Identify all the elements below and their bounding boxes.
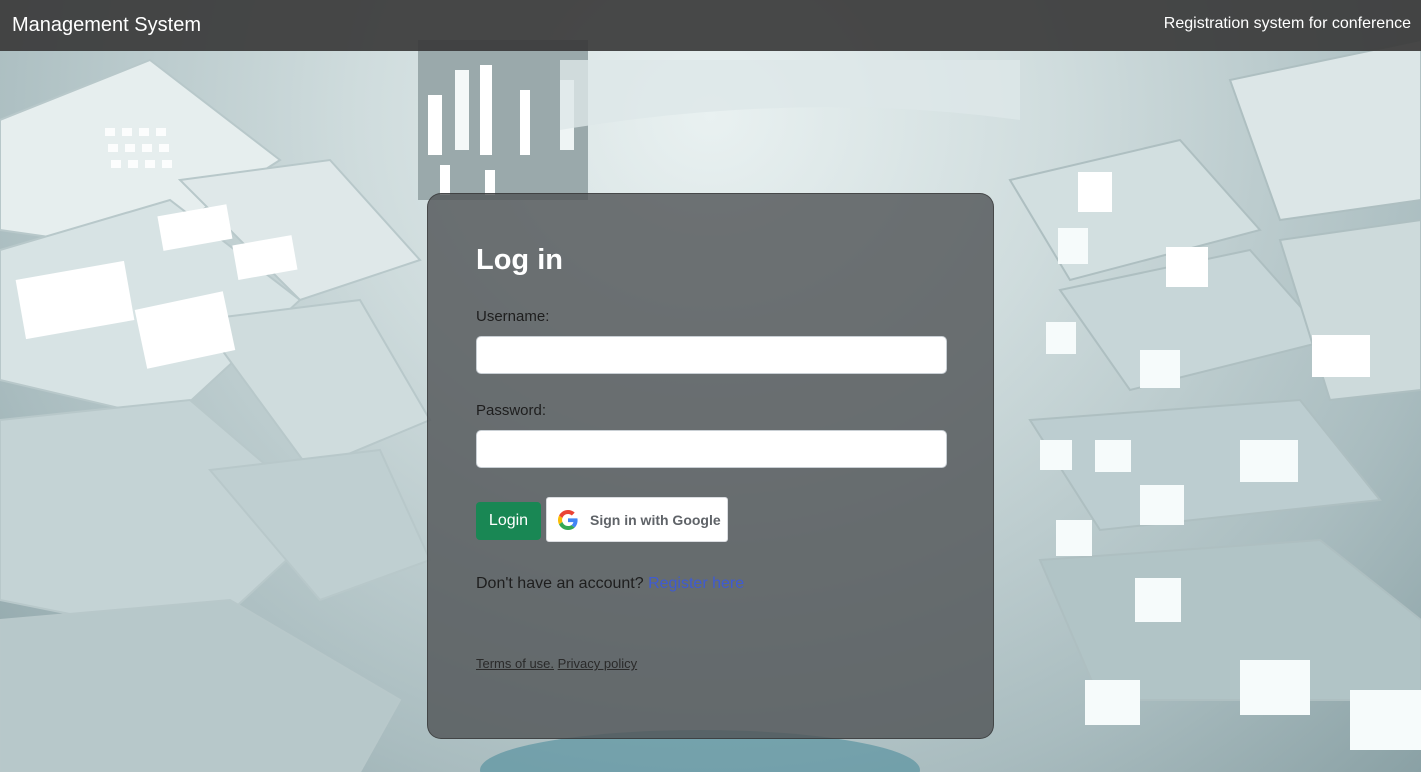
google-icon <box>558 509 578 530</box>
top-navbar: Management System Registration system fo… <box>0 0 1421 51</box>
register-prompt: Don't have an account? Register here <box>476 574 744 594</box>
navbar-subtitle: Registration system for conference <box>1163 15 1411 32</box>
password-input[interactable] <box>476 430 947 468</box>
terms-link[interactable]: Terms of use. <box>476 656 554 671</box>
footer-links: Terms of use. Privacy policy <box>476 656 637 672</box>
login-card: Log in Username: Password: Login Sign in… <box>427 193 994 739</box>
login-title: Log in <box>476 244 563 276</box>
google-sign-in-button[interactable]: Sign in with Google <box>546 497 728 542</box>
brand-link[interactable]: Management System <box>12 12 201 38</box>
register-link[interactable]: Register here <box>648 575 744 592</box>
username-input[interactable] <box>476 336 947 374</box>
login-button[interactable]: Login <box>476 502 541 540</box>
privacy-link[interactable]: Privacy policy <box>558 656 637 671</box>
password-label: Password: <box>476 402 547 419</box>
no-account-text: Don't have an account? <box>476 575 644 592</box>
google-button-label: Sign in with Google <box>590 511 721 528</box>
username-label: Username: <box>476 308 550 325</box>
